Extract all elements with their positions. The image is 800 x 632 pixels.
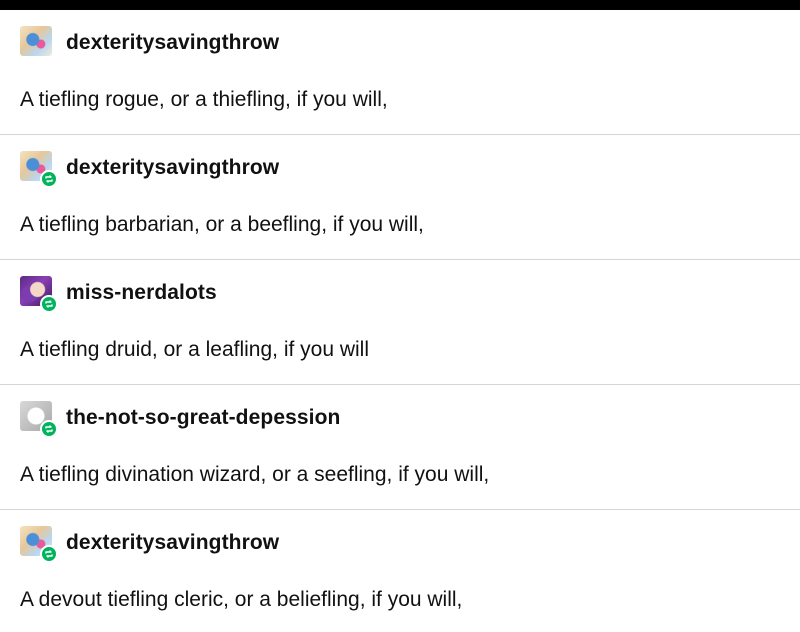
post-text: A tiefling barbarian, or a beefling, if …	[20, 213, 424, 236]
post: dexteritysavingthrow A tiefling barbaria…	[0, 135, 800, 260]
avatar-image	[20, 26, 52, 56]
avatar[interactable]	[20, 401, 58, 438]
avatar[interactable]	[20, 276, 58, 313]
username-link[interactable]: the-not-so-great-depession	[66, 406, 340, 430]
post-text: A tiefling rogue, or a thiefling, if you…	[20, 88, 388, 111]
avatar[interactable]	[20, 526, 58, 563]
post: dexteritysavingthrow A tiefling rogue, o…	[0, 10, 800, 135]
reblog-icon	[40, 170, 58, 188]
username-link[interactable]: dexteritysavingthrow	[66, 31, 279, 55]
post-header: dexteritysavingthrow	[20, 526, 279, 563]
reblog-thread: dexteritysavingthrow A tiefling rogue, o…	[0, 10, 800, 632]
post: miss-nerdalots A tiefling druid, or a le…	[0, 260, 800, 385]
reblog-icon	[40, 295, 58, 313]
top-border	[0, 0, 800, 10]
reblog-icon	[40, 545, 58, 563]
username-link[interactable]: dexteritysavingthrow	[66, 156, 279, 180]
post-header: miss-nerdalots	[20, 276, 217, 313]
avatar[interactable]	[20, 151, 58, 188]
post-text: A tiefling druid, or a leafling, if you …	[20, 338, 370, 361]
username-link[interactable]: miss-nerdalots	[66, 281, 217, 305]
post: the-not-so-great-depession A tiefling di…	[0, 385, 800, 510]
post-header: dexteritysavingthrow	[20, 151, 279, 188]
post-text: A tiefling divination wizard, or a seefl…	[20, 463, 490, 486]
post-header: the-not-so-great-depession	[20, 401, 340, 438]
username-link[interactable]: dexteritysavingthrow	[66, 531, 279, 555]
avatar[interactable]	[20, 26, 56, 60]
post-header: dexteritysavingthrow	[20, 26, 279, 60]
post: dexteritysavingthrow A devout tiefling c…	[0, 510, 800, 632]
post-text: A devout tiefling cleric, or a belieflin…	[20, 588, 463, 611]
reblog-icon	[40, 420, 58, 438]
